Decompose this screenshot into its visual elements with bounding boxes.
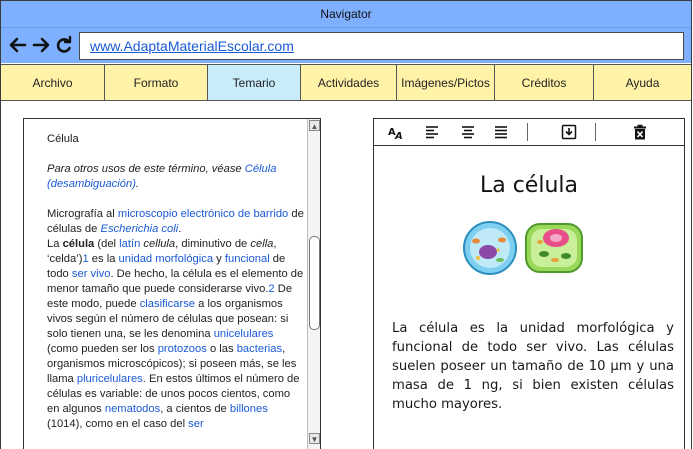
- main-menu: Archivo Formato Temario Actividades Imág…: [1, 64, 691, 101]
- scroll-up-icon[interactable]: ▲: [309, 120, 320, 131]
- browser-window: Navigator www.AdaptaMaterialEscolar.com …: [0, 0, 692, 449]
- link-unidad-morfologica[interactable]: unidad morfológica: [119, 253, 214, 265]
- link-clasificarse[interactable]: clasificarse: [140, 298, 195, 310]
- delete-icon[interactable]: [632, 124, 648, 140]
- scroll-down-icon[interactable]: ▼: [309, 433, 320, 444]
- link-pluricelulares[interactable]: pluricelulares: [77, 373, 143, 385]
- image-caption: Micrografía al microscopio electrónico d…: [47, 208, 304, 235]
- article-text: Célula Para otros usos de este término, …: [47, 132, 305, 432]
- font-size-icon[interactable]: AA: [388, 124, 404, 140]
- scroll-thumb[interactable]: [309, 236, 320, 330]
- adapted-card-panel: AA La célula La célula es la unidad morf…: [373, 118, 685, 449]
- link-bacterias[interactable]: bacterias: [237, 343, 282, 355]
- link-funcional[interactable]: funcional: [225, 253, 270, 265]
- link-microscopio[interactable]: microscopio electrónico de barrido: [118, 208, 288, 220]
- link-ecoli[interactable]: Escherichia coli: [101, 223, 179, 235]
- window-title: Navigator: [320, 7, 372, 21]
- menu-label: Imágenes/Pictos: [401, 75, 490, 90]
- link-unicelulares[interactable]: unicelulares: [214, 328, 274, 340]
- menu-creditos[interactable]: Créditos: [495, 65, 594, 100]
- menu-label: Formato: [133, 75, 179, 90]
- align-center-icon[interactable]: [460, 124, 476, 140]
- back-arrow-icon[interactable]: [8, 33, 28, 57]
- menu-actividades[interactable]: Actividades: [301, 65, 397, 100]
- article-paragraph: La célula (del latín cellula, diminutivo…: [47, 238, 304, 430]
- link-latin[interactable]: latín: [119, 238, 140, 250]
- svg-text:A: A: [394, 131, 403, 140]
- toolbar-divider: [527, 123, 528, 141]
- menu-label: Actividades: [317, 75, 380, 90]
- content-area: Célula Para otros usos de este término, …: [1, 102, 691, 449]
- card-body-text: La célula es la unidad morfológica y fun…: [392, 321, 674, 412]
- menu-label: Ayuda: [625, 75, 660, 90]
- address-bar[interactable]: www.AdaptaMaterialEscolar.com: [79, 32, 684, 60]
- navigation-bar: www.AdaptaMaterialEscolar.com: [1, 27, 691, 63]
- menu-label: Créditos: [521, 75, 567, 90]
- link-ser[interactable]: ser: [188, 418, 204, 430]
- article-title: Célula: [47, 133, 79, 145]
- disambiguation-note: Para otros usos de este término, véase C…: [47, 163, 277, 190]
- window-titlebar: Navigator: [1, 1, 691, 27]
- align-justify-icon[interactable]: [493, 124, 509, 140]
- menu-archivo[interactable]: Archivo: [1, 65, 105, 100]
- url-text: www.AdaptaMaterialEscolar.com: [90, 38, 294, 54]
- menu-label: Archivo: [32, 75, 73, 90]
- forward-arrow-icon[interactable]: [31, 33, 51, 57]
- text-scrollbar[interactable]: ▲ ▼: [307, 119, 320, 449]
- menu-temario[interactable]: Temario: [208, 65, 301, 100]
- toolbar-divider: [595, 123, 596, 141]
- align-left-icon[interactable]: [424, 124, 440, 140]
- menu-ayuda[interactable]: Ayuda: [594, 65, 691, 100]
- reload-icon[interactable]: [54, 33, 74, 57]
- card-title: La célula: [479, 173, 578, 198]
- menu-formato[interactable]: Formato: [105, 65, 208, 100]
- menu-imagenes-pictos[interactable]: Imágenes/Pictos: [397, 65, 495, 100]
- link-ser-vivo[interactable]: ser vivo: [72, 268, 111, 280]
- link-billones[interactable]: billones: [230, 403, 268, 415]
- source-text-panel: Célula Para otros usos de este término, …: [23, 118, 321, 449]
- link-nematodos[interactable]: nematodos: [105, 403, 160, 415]
- cell-illustration: [463, 221, 583, 275]
- link-protozoos[interactable]: protozoos: [158, 343, 207, 355]
- download-icon[interactable]: [561, 124, 577, 140]
- card-toolbar: AA: [374, 119, 684, 146]
- menu-label: Temario: [232, 75, 276, 90]
